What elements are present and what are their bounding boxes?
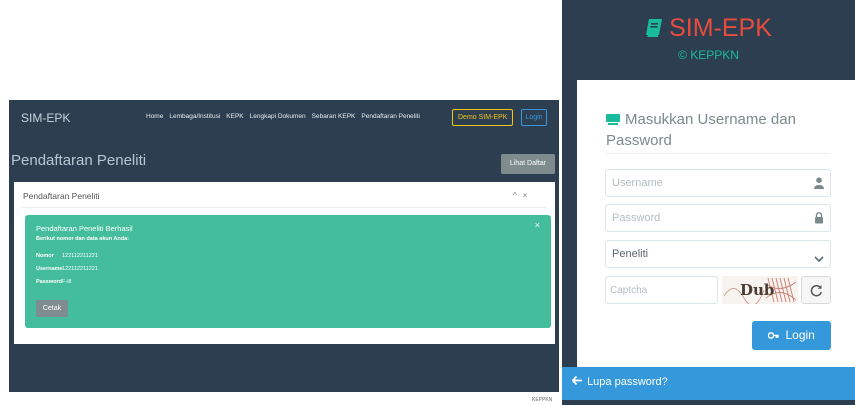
nav-link-lengkapi-dokumen[interactable]: Lengkapi Dokumen: [250, 113, 306, 120]
nomor-label: Nomor: [36, 253, 54, 259]
nav-link-kepk[interactable]: KEPK: [226, 113, 243, 120]
forgot-password-bar[interactable]: Lupa password?: [562, 367, 855, 400]
success-alert: × Pendaftaran Peneliti Berhasil Berikut …: [25, 215, 551, 328]
nav-link-sebaran-kepk[interactable]: Sebaran KEPK: [312, 113, 356, 120]
username-value: 122112211221: [62, 266, 98, 272]
collapse-icon[interactable]: ^: [513, 191, 517, 200]
login-page: SIM-EPK © KEPPKN Masukkan Username dan P…: [562, 0, 855, 405]
captcha-image: Dub: [722, 276, 798, 304]
nav-brand[interactable]: SIM-EPK: [21, 111, 70, 125]
footer-credit: KEPPKN: [532, 397, 553, 403]
login-card-title-text: Masukkan Username dan Password: [606, 111, 796, 149]
top-navbar: SIM-EPK Home Lembaga/Institusi KEPK Leng…: [9, 100, 559, 136]
refresh-icon: [810, 284, 823, 297]
chevron-down-icon: [814, 250, 824, 268]
nav-link-home[interactable]: Home: [146, 113, 163, 120]
password-row: Password F-i8: [36, 279, 71, 285]
cetak-button[interactable]: Cetak: [36, 300, 68, 317]
registration-page: SIM-EPK Home Lembaga/Institusi KEPK Leng…: [9, 100, 559, 392]
lock-icon: [814, 211, 824, 229]
password-label: Password: [36, 279, 62, 285]
login-button[interactable]: Login: [752, 321, 831, 350]
role-select[interactable]: Peneliti: [605, 240, 831, 268]
alert-subtitle: Berikut nomor dan data akun Anda:: [36, 236, 130, 242]
alert-close-icon[interactable]: ×: [535, 220, 540, 230]
password-input[interactable]: Password: [605, 204, 831, 232]
forgot-password-link[interactable]: Lupa password?: [571, 375, 668, 388]
nav-link-lembaga[interactable]: Lembaga/Institusi: [169, 113, 220, 120]
key-icon: [767, 328, 785, 342]
username-row: Username 122112211221: [36, 266, 98, 272]
panel-title: Pendaftaran Peneliti: [23, 191, 100, 201]
nomor-value: 122112211221: [62, 253, 98, 259]
book-icon: [645, 16, 663, 45]
alert-title: Pendaftaran Peneliti Berhasil: [36, 224, 133, 233]
login-subtitle: © KEPPKN: [678, 48, 739, 62]
panel-tools: ^ ×: [513, 191, 527, 200]
login-button-label: Login: [785, 328, 815, 342]
login-brand-text: SIM-EPK: [669, 14, 772, 42]
panel-divider: [22, 207, 547, 208]
nav-link-pendaftaran-peneliti[interactable]: Pendaftaran Peneliti: [361, 113, 420, 120]
user-icon: [814, 176, 824, 194]
card-divider: [606, 153, 830, 154]
username-input[interactable]: Username: [605, 169, 831, 197]
captcha-refresh-button[interactable]: [801, 276, 831, 304]
captcha-input[interactable]: Captcha: [605, 276, 718, 304]
demo-button[interactable]: Demo SIM-EPK: [452, 109, 514, 126]
composite-screenshot: SIM-EPK Home Lembaga/Institusi KEPK Leng…: [0, 0, 855, 405]
forgot-password-label: Lupa password?: [587, 376, 668, 388]
password-placeholder: Password: [612, 212, 661, 224]
nav-links: Home Lembaga/Institusi KEPK Lengkapi Dok…: [146, 113, 420, 120]
login-card: Masukkan Username dan Password Username …: [577, 80, 855, 368]
role-selected-value: Peneliti: [612, 248, 649, 260]
keyboard-icon: [606, 111, 620, 131]
password-value: F-i8: [62, 279, 72, 285]
nomor-row: Nomor 122112211221: [36, 253, 98, 259]
captcha-text: Dub: [740, 281, 775, 299]
arrow-left-icon: [571, 375, 587, 388]
login-brand: SIM-EPK: [562, 14, 855, 45]
page-title: Pendaftaran Peneliti: [11, 152, 147, 169]
registration-panel: Pendaftaran Peneliti ^ × × Pendaftaran P…: [14, 182, 555, 344]
username-label: Username: [36, 266, 63, 272]
username-placeholder: Username: [612, 177, 663, 189]
nav-login-button[interactable]: Login: [521, 109, 547, 126]
lihat-daftar-button[interactable]: Lihat Daftar: [501, 154, 555, 174]
captcha-placeholder: Captcha: [610, 285, 648, 296]
close-icon[interactable]: ×: [523, 191, 528, 200]
login-card-title: Masukkan Username dan Password: [606, 110, 806, 151]
